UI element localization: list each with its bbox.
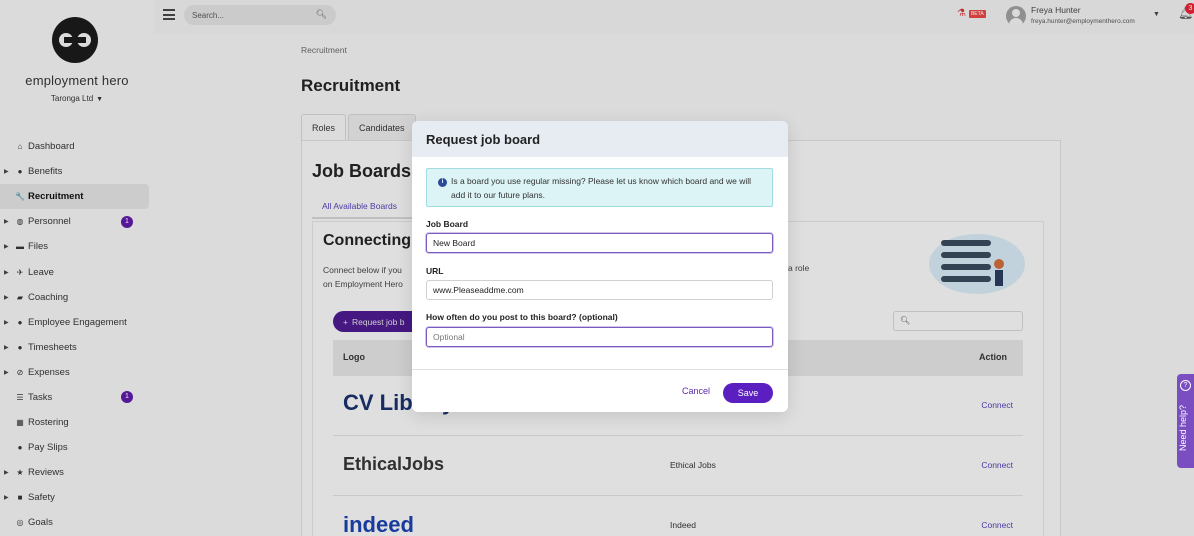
modal-title: Request job board [412,121,788,157]
help-icon: ? [1180,380,1191,391]
frequency-input[interactable]: Optional [426,327,773,347]
info-text: Is a board you use regular missing? Plea… [451,176,752,200]
info-icon: i [438,178,447,187]
job-board-input[interactable]: New Board [426,233,773,253]
modal-divider [412,369,788,370]
request-job-board-modal: Request job board i Is a board you use r… [412,121,788,412]
job-board-label: Job Board [426,219,469,229]
save-button[interactable]: Save [723,383,773,403]
cancel-button[interactable]: Cancel [682,386,710,396]
frequency-label: How often do you post to this board? (op… [426,312,618,322]
info-alert: i Is a board you use regular missing? Pl… [426,168,773,207]
need-help-tab[interactable]: ? Need help? [1177,374,1194,468]
url-input[interactable]: www.Pleaseaddme.com [426,280,773,300]
need-help-label: Need help? [1178,404,1188,452]
url-label: URL [426,266,444,276]
